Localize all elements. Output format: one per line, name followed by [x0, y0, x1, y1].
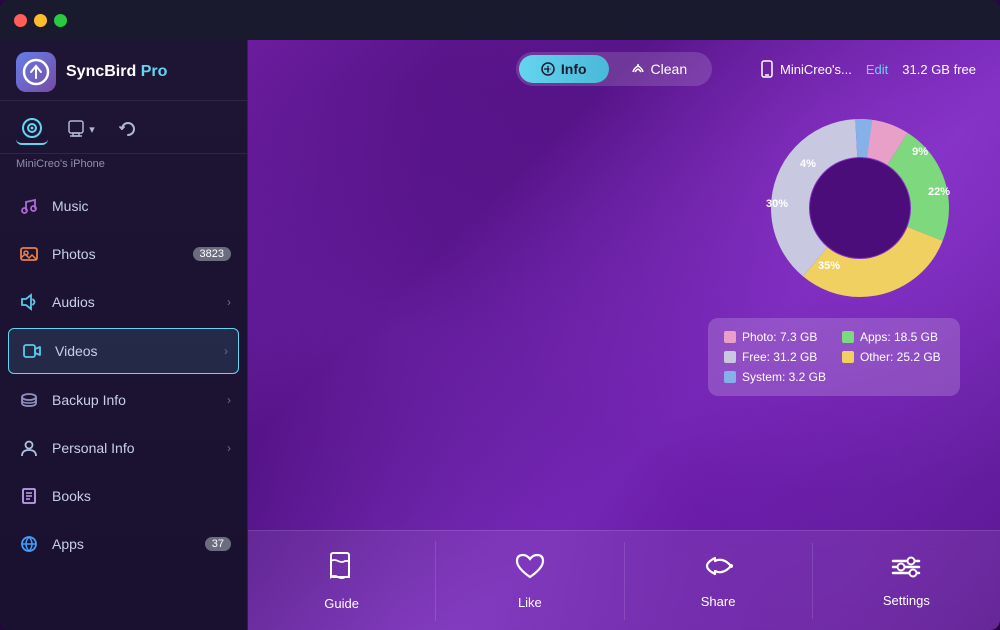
- app-name-container: SyncBird Pro: [66, 63, 167, 81]
- legend-label-apps: Apps: 18.5 GB: [860, 330, 938, 344]
- legend-dot-apps: [842, 331, 854, 343]
- sidebar: SyncBird Pro: [0, 40, 248, 630]
- legend-dot-system: [724, 371, 736, 383]
- legend-dot-other: [842, 351, 854, 363]
- photos-icon: [16, 241, 42, 267]
- bottom-item-guide[interactable]: Guide: [248, 541, 436, 621]
- photos-badge: 3823: [193, 247, 231, 261]
- sidebar-item-audios-label: Audios: [52, 294, 227, 310]
- device-display-name: MiniCreo's...: [780, 62, 852, 77]
- app-logo: [16, 52, 56, 92]
- apps-icon: [16, 531, 42, 557]
- audios-icon: [16, 289, 42, 315]
- app-name-regular: SyncBird: [66, 63, 136, 80]
- sidebar-item-videos[interactable]: Videos ›: [8, 328, 239, 374]
- settings-icon: [891, 553, 921, 585]
- bottom-item-like[interactable]: Like: [436, 542, 624, 620]
- sidebar-item-videos-label: Videos: [55, 343, 224, 359]
- sidebar-item-apps[interactable]: Apps 37: [0, 520, 247, 568]
- music-icon: [16, 193, 42, 219]
- like-label: Like: [518, 595, 542, 610]
- legend-item-photo: Photo: 7.3 GB: [724, 330, 826, 344]
- settings-label: Settings: [883, 593, 930, 608]
- legend-dot-photo: [724, 331, 736, 343]
- app-name-pro: Pro: [136, 63, 167, 80]
- share-label: Share: [701, 594, 736, 609]
- legend-label-free: Free: 31.2 GB: [742, 350, 817, 364]
- main-area: SyncBird Pro: [0, 40, 1000, 630]
- sidebar-header: SyncBird Pro: [0, 40, 247, 101]
- sidebar-item-books-label: Books: [52, 488, 231, 504]
- minimize-button[interactable]: [34, 14, 47, 27]
- svg-text:i: i: [542, 68, 552, 71]
- device-toolbar: ▾: [0, 101, 247, 154]
- sidebar-item-personal-label: Personal Info: [52, 440, 227, 456]
- sidebar-item-music-label: Music: [52, 198, 231, 214]
- personal-icon: [16, 435, 42, 461]
- apps-badge: 37: [205, 537, 231, 551]
- bottom-bar: Guide Like: [248, 530, 1000, 630]
- sidebar-item-photos-label: Photos: [52, 246, 193, 262]
- sidebar-item-audios[interactable]: Audios ›: [0, 278, 247, 326]
- legend-item-system: System: 3.2 GB: [724, 370, 826, 384]
- content-area: i Info Clean: [248, 40, 1000, 630]
- legend-dot-free: [724, 351, 736, 363]
- top-tabs: i Info Clean: [516, 52, 712, 86]
- donut-chart: 4% 9% 22% 30% 35%: [760, 108, 960, 308]
- tab-clean[interactable]: Clean: [609, 55, 710, 83]
- device-dropdown-button[interactable]: ▾: [62, 113, 98, 145]
- videos-icon: [19, 338, 45, 364]
- tab-info-label: Info: [561, 61, 587, 77]
- personal-chevron: ›: [227, 441, 231, 455]
- legend-item-other: Other: 25.2 GB: [842, 350, 944, 364]
- app-window: SyncBird Pro: [0, 0, 1000, 630]
- bottom-item-settings[interactable]: Settings: [813, 543, 1000, 618]
- sidebar-item-books[interactable]: Books: [0, 472, 247, 520]
- sidebar-item-personal[interactable]: Personal Info ›: [0, 424, 247, 472]
- guide-label: Guide: [324, 596, 359, 611]
- music-tab-button[interactable]: [16, 113, 48, 145]
- tab-info[interactable]: i Info: [519, 55, 609, 83]
- share-icon: [703, 553, 733, 586]
- content-header: i Info Clean: [248, 40, 1000, 98]
- like-icon: [515, 552, 545, 587]
- tab-clean-label: Clean: [651, 61, 688, 77]
- backup-icon: [16, 387, 42, 413]
- storage-free-text: 31.2 GB free: [902, 62, 976, 77]
- sidebar-nav: Music Photos 3823: [0, 178, 247, 630]
- maximize-button[interactable]: [54, 14, 67, 27]
- sidebar-item-photos[interactable]: Photos 3823: [0, 230, 247, 278]
- legend-label-other: Other: 25.2 GB: [860, 350, 941, 364]
- legend-label-system: System: 3.2 GB: [742, 370, 826, 384]
- chart-labels: 4% 9% 22% 30% 35%: [760, 108, 960, 308]
- sidebar-item-backup[interactable]: Backup Info ›: [0, 376, 247, 424]
- device-edit-button[interactable]: Edit: [866, 62, 888, 77]
- audios-chevron: ›: [227, 295, 231, 309]
- legend-item-free: Free: 31.2 GB: [724, 350, 826, 364]
- bottom-item-share[interactable]: Share: [625, 543, 813, 619]
- refresh-button[interactable]: [112, 113, 144, 145]
- legend-label-photo: Photo: 7.3 GB: [742, 330, 817, 344]
- guide-icon: [327, 551, 357, 588]
- close-button[interactable]: [14, 14, 27, 27]
- chart-section: 4% 9% 22% 30% 35%: [248, 98, 1000, 530]
- legend-box: Photo: 7.3 GB Apps: 18.5 GB Free: 31.2 G…: [708, 318, 960, 396]
- sidebar-item-backup-label: Backup Info: [52, 392, 227, 408]
- sidebar-item-music[interactable]: Music: [0, 182, 247, 230]
- videos-chevron: ›: [224, 344, 228, 358]
- traffic-lights: [14, 14, 67, 27]
- backup-chevron: ›: [227, 393, 231, 407]
- titlebar: [0, 0, 1000, 40]
- device-status: MiniCreo's... Edit 31.2 GB free: [760, 60, 976, 78]
- legend-grid: Photo: 7.3 GB Apps: 18.5 GB Free: 31.2 G…: [724, 330, 944, 384]
- legend-item-apps: Apps: 18.5 GB: [842, 330, 944, 344]
- sidebar-item-apps-label: Apps: [52, 536, 205, 552]
- device-status-name: MiniCreo's...: [760, 60, 852, 78]
- device-name: MiniCreo's iPhone: [0, 154, 247, 178]
- books-icon: [16, 483, 42, 509]
